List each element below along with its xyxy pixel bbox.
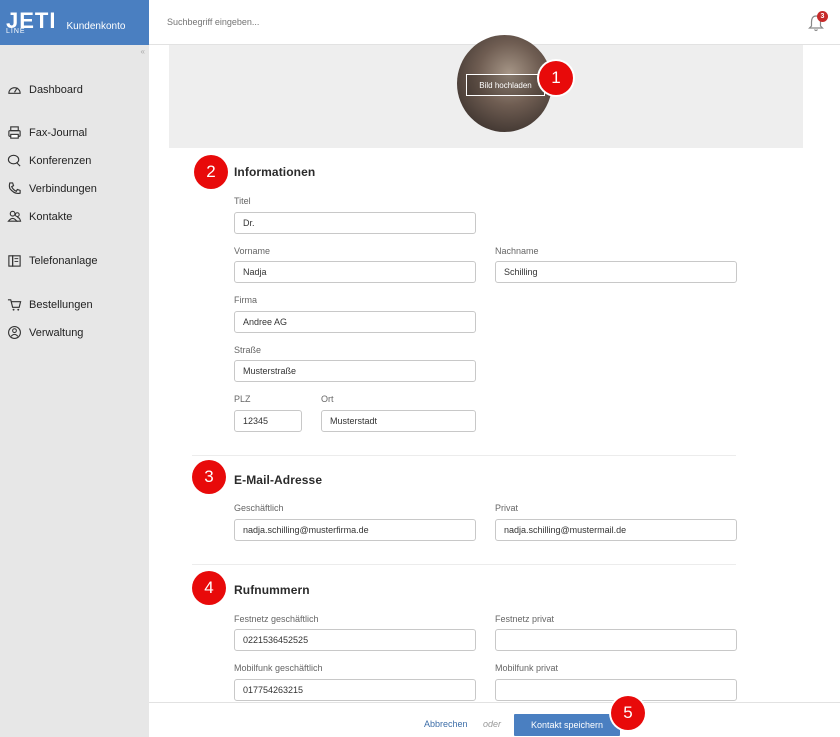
pbx-icon bbox=[8, 255, 21, 267]
settings-icon bbox=[8, 326, 21, 339]
mobile-business-label: Mobilfunk geschäftlich bbox=[234, 663, 323, 673]
photo-panel: Bild hochladen bbox=[169, 35, 803, 148]
sidebar-item-bestellungen[interactable]: Bestellungen bbox=[7, 297, 93, 312]
sidebar-item-telefonanlage[interactable]: Telefonanlage bbox=[7, 253, 98, 268]
cart-icon bbox=[7, 299, 22, 311]
chat-icon bbox=[7, 154, 21, 167]
form-footer: Abbrechen oder Kontakt speichern bbox=[149, 702, 840, 737]
or-text: oder bbox=[483, 719, 502, 729]
sidebar-item-verwaltung[interactable]: Verwaltung bbox=[7, 325, 83, 340]
landline-business-label: Festnetz geschäftlich bbox=[234, 614, 319, 624]
brand-title: Kundenkonto bbox=[66, 21, 126, 32]
logo[interactable]: JETI LINE Kundenkonto bbox=[0, 0, 149, 45]
email-business-label: Geschäftlich bbox=[234, 503, 284, 513]
sidebar-item-kontakte[interactable]: Kontakte bbox=[7, 209, 72, 224]
mobile-private-field[interactable] bbox=[495, 679, 737, 701]
marker-5: 5 bbox=[611, 696, 645, 730]
sidebar-item-label: Fax-Journal bbox=[29, 126, 88, 139]
vorname-field[interactable]: Nadja bbox=[234, 261, 476, 283]
landline-business-field[interactable]: 0221536452525 bbox=[234, 629, 476, 651]
phone-icon bbox=[8, 182, 21, 194]
vorname-label: Vorname bbox=[234, 246, 271, 256]
contacts-icon bbox=[7, 210, 22, 222]
sidebar-item-fax-journal[interactable]: Fax-Journal bbox=[7, 125, 87, 140]
nachname-label: Nachname bbox=[495, 246, 539, 256]
email-private-field[interactable]: nadja.schilling@mustermail.de bbox=[495, 519, 737, 541]
firma-field[interactable]: Andree AG bbox=[234, 311, 476, 333]
contact-form: Bild hochladen 1 2 Informationen Titel D… bbox=[149, 35, 840, 702]
landline-private-label: Festnetz privat bbox=[495, 614, 555, 624]
mobile-private-label: Mobilfunk privat bbox=[495, 663, 559, 673]
upload-photo-button[interactable]: Bild hochladen bbox=[466, 74, 545, 96]
marker-2: 2 bbox=[194, 155, 228, 189]
section-title-email: E-Mail-Adresse bbox=[234, 473, 323, 487]
plz-label: PLZ bbox=[234, 394, 251, 404]
brand-mark: JETI LINE bbox=[6, 9, 56, 35]
sidebar-item-label: Telefonanlage bbox=[29, 254, 98, 267]
section-title-informationen: Informationen bbox=[234, 165, 316, 179]
strasse-label: Straße bbox=[234, 345, 262, 355]
divider bbox=[192, 564, 736, 565]
marker-4: 4 bbox=[192, 571, 226, 605]
sidebar-item-dashboard[interactable]: Dashboard bbox=[7, 82, 83, 97]
ort-field[interactable]: Musterstadt bbox=[321, 410, 476, 432]
cancel-link[interactable]: Abbrechen bbox=[424, 719, 468, 729]
titel-field[interactable]: Dr. bbox=[234, 212, 476, 234]
printer-icon bbox=[8, 126, 21, 139]
email-business-field[interactable]: nadja.schilling@musterfirma.de bbox=[234, 519, 476, 541]
collapse-icon[interactable]: « bbox=[141, 47, 145, 56]
nachname-field[interactable]: Schilling bbox=[495, 261, 737, 283]
email-private-label: Privat bbox=[495, 503, 519, 513]
marker-1: 1 bbox=[539, 61, 573, 95]
notification-badge: 3 bbox=[817, 11, 828, 22]
sidebar-item-konferenzen[interactable]: Konferenzen bbox=[7, 153, 91, 168]
strasse-field[interactable]: Musterstraße bbox=[234, 360, 476, 382]
sidebar-item-label: Dashboard bbox=[29, 83, 83, 96]
sidebar-item-label: Verwaltung bbox=[29, 326, 84, 339]
ort-label: Ort bbox=[321, 394, 334, 404]
titel-label: Titel bbox=[234, 196, 251, 206]
section-title-rufnummern: Rufnummern bbox=[234, 583, 310, 597]
sidebar-item-label: Verbindungen bbox=[29, 182, 97, 195]
mobile-business-field[interactable]: 017754263215 bbox=[234, 679, 476, 701]
sidebar: « Dashboard Fax-Journal Konferenzen Verb… bbox=[0, 45, 149, 737]
landline-private-field[interactable] bbox=[495, 629, 737, 651]
divider bbox=[192, 455, 736, 456]
sidebar-item-label: Kontakte bbox=[29, 210, 73, 223]
marker-3: 3 bbox=[192, 460, 226, 494]
sidebar-item-label: Bestellungen bbox=[29, 298, 93, 311]
plz-field[interactable]: 12345 bbox=[234, 410, 302, 432]
save-contact-button[interactable]: Kontakt speichern bbox=[514, 714, 620, 736]
sidebar-item-label: Konferenzen bbox=[29, 154, 92, 167]
gauge-icon bbox=[8, 87, 21, 94]
firma-label: Firma bbox=[234, 295, 257, 305]
sidebar-item-verbindungen[interactable]: Verbindungen bbox=[7, 181, 97, 196]
search-input[interactable] bbox=[167, 17, 467, 27]
